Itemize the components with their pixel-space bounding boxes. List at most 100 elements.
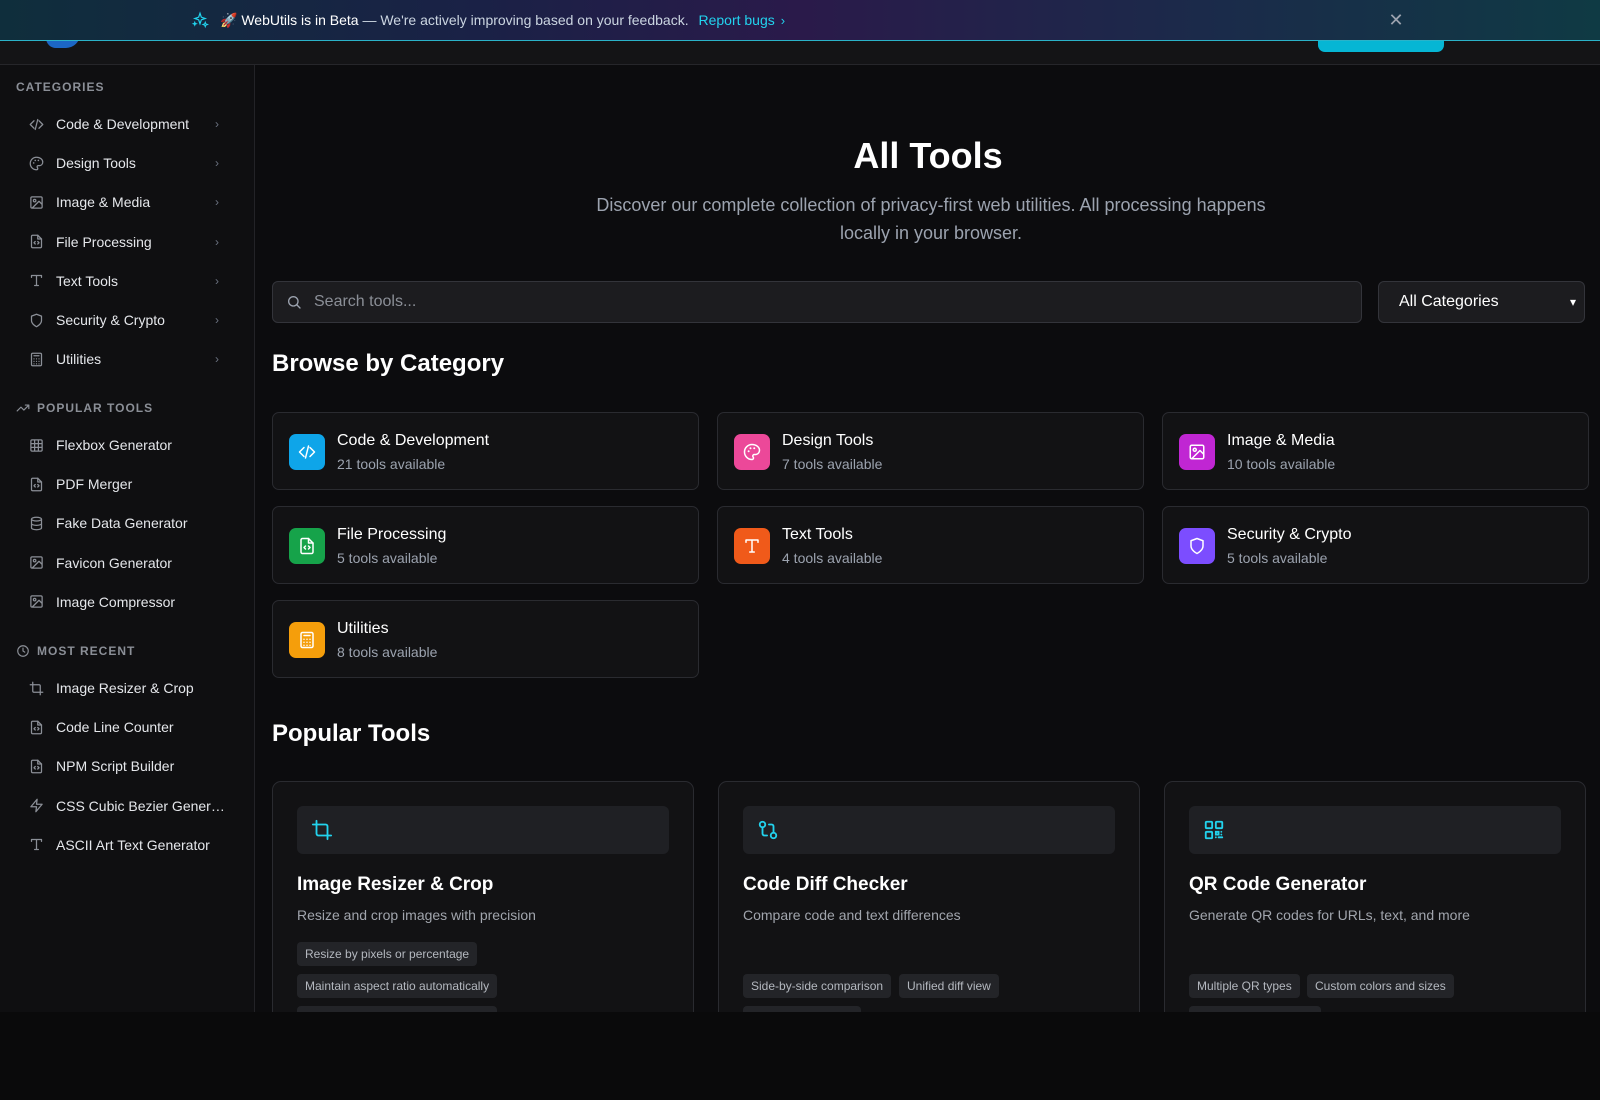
crop-icon	[28, 680, 44, 696]
popular-tools-heading: Popular Tools	[272, 720, 431, 747]
sidebar-item-pdf-merger[interactable]: PDF Merger	[16, 466, 238, 502]
grid-icon	[29, 438, 44, 453]
chevron-right-icon: ›	[215, 352, 219, 367]
category-card-file-processing[interactable]: File Processing 5 tools available	[272, 506, 699, 584]
category-card-security-crypto[interactable]: Security & Crypto 5 tools available	[1162, 506, 1589, 584]
file-code-icon	[29, 720, 44, 735]
sidebar-item-label: Text Tools	[56, 272, 118, 289]
category-card-utilities[interactable]: Utilities 8 tools available	[272, 600, 699, 678]
rocket-icon: 🚀	[220, 12, 238, 28]
search-input[interactable]	[314, 293, 1361, 311]
feature-tag: Unified diff view	[899, 974, 999, 998]
categories-heading: CATEGORIES	[16, 80, 105, 94]
clock-icon	[16, 644, 30, 658]
sidebar-item-image-compressor[interactable]: Image Compressor	[16, 584, 238, 620]
category-card-image-media[interactable]: Image & Media 10 tools available	[1162, 412, 1589, 490]
chevron-right-icon: ›	[215, 273, 219, 288]
type-icon	[28, 837, 44, 853]
tool-card-qr-code-generator[interactable]: QR Code Generator Generate QR codes for U…	[1164, 781, 1586, 1012]
type-icon	[29, 273, 44, 288]
sidebar-item-label: NPM Script Builder	[56, 758, 175, 775]
type-icon	[29, 837, 44, 852]
beta-text: — We're actively improving based on your…	[358, 12, 689, 28]
sidebar-item-ascii-art-text-generator[interactable]: ASCII Art Text Generator	[16, 827, 238, 863]
image-icon	[29, 594, 44, 609]
sidebar-item-image-media[interactable]: Image & Media ›	[16, 184, 238, 220]
chevron-right-icon: ›	[780, 13, 786, 28]
sidebar-item-design-tools[interactable]: Design Tools ›	[16, 145, 238, 181]
code-icon	[28, 116, 44, 132]
page-subtitle: Discover our complete collection of priv…	[596, 195, 1266, 243]
page-title: All Tools	[853, 135, 1003, 176]
report-bugs-link[interactable]: Report bugs	[698, 12, 774, 28]
category-select[interactable]: All Categories ▾	[1378, 281, 1585, 323]
chevron-right-icon: ›	[215, 195, 219, 210]
close-banner-button[interactable]: ✕	[1386, 9, 1406, 31]
sidebar-item-file-processing[interactable]: File Processing ›	[16, 224, 238, 260]
file-code-icon	[29, 477, 44, 492]
category-card-code-development[interactable]: Code & Development 21 tools available	[272, 412, 699, 490]
sidebar-item-label: Flexbox Generator	[56, 437, 172, 453]
search-box[interactable]	[272, 281, 1362, 323]
shield-icon	[28, 312, 44, 328]
sidebar-item-fake-data-generator[interactable]: Fake Data Generator	[16, 505, 238, 541]
sidebar-item-npm-script-builder[interactable]: NPM Script Builder	[16, 748, 238, 784]
database-icon	[28, 515, 44, 531]
image-icon	[29, 195, 44, 210]
tool-icon-bar	[743, 806, 1115, 854]
app-window: 🚀 WebUtils is in Beta — We're actively i…	[0, 0, 1600, 1012]
sidebar-item-label: Image & Media	[56, 194, 151, 211]
crop-icon	[311, 819, 333, 841]
sidebar-item-label: Design Tools	[56, 155, 136, 172]
sidebar-item-security-crypto[interactable]: Security & Crypto ›	[16, 302, 238, 338]
category-badge	[289, 622, 325, 658]
tool-description: Compare code and text differences	[743, 907, 961, 923]
file-code-icon	[28, 758, 44, 774]
beta-title: WebUtils is in Beta	[241, 12, 359, 28]
sidebar-item-label: Image Compressor	[56, 593, 176, 610]
tool-description: Resize and crop images with precision	[297, 907, 536, 923]
database-icon	[29, 516, 44, 531]
category-badge	[734, 528, 770, 564]
tool-card-image-resizer-crop[interactable]: Image Resizer & Crop Resize and crop imag…	[272, 781, 694, 1012]
category-card-design-tools[interactable]: Design Tools 7 tools available	[717, 412, 1144, 490]
sidebar-item-image-resizer-crop[interactable]: Image Resizer & Crop	[16, 670, 238, 706]
image-icon	[28, 594, 44, 610]
image-icon	[28, 555, 44, 571]
grid-icon	[28, 437, 44, 453]
most-recent-heading: MOST RECENT	[16, 644, 135, 658]
category-count: 5 tools available	[337, 550, 438, 566]
category-name: Utilities	[337, 620, 389, 637]
sidebar-item-text-tools[interactable]: Text Tools ›	[16, 263, 238, 299]
type-icon	[743, 537, 761, 555]
sidebar-item-code-development[interactable]: Code & Development ›	[16, 106, 238, 142]
file-code-icon	[29, 234, 44, 249]
feature-tag: Maintain aspect ratio automatically	[297, 974, 498, 998]
git-compare-icon	[757, 819, 779, 841]
tool-icon-bar	[1189, 806, 1561, 854]
tool-description: Generate QR codes for URLs, text, and mo…	[1189, 907, 1470, 923]
zap-icon	[28, 798, 44, 814]
image-icon	[28, 194, 44, 210]
sidebar-item-css-cubic-bezier-gener[interactable]: CSS Cubic Bezier Gener…	[16, 788, 238, 824]
category-badge	[289, 434, 325, 470]
tool-name: Image Resizer & Crop	[297, 874, 494, 895]
sidebar-item-favicon-generator[interactable]: Favicon Generator	[16, 545, 238, 581]
chevron-down-icon: ▾	[1569, 295, 1576, 309]
sidebar-item-flexbox-generator[interactable]: Flexbox Generator	[16, 427, 238, 463]
category-badge	[289, 528, 325, 564]
calculator-icon	[298, 631, 316, 649]
tool-icon-bar	[297, 806, 669, 854]
category-badge	[734, 434, 770, 470]
sidebar-item-label: Fake Data Generator	[56, 515, 188, 532]
sidebar-item-code-line-counter[interactable]: Code Line Counter	[16, 709, 238, 745]
category-card-text-tools[interactable]: Text Tools 4 tools available	[717, 506, 1144, 584]
sidebar-item-utilities[interactable]: Utilities ›	[16, 341, 238, 377]
shield-icon	[29, 313, 44, 328]
feature-tag: Resize by pixels or percentage	[297, 942, 478, 966]
qr-code-icon	[1203, 819, 1225, 841]
sidebar: CATEGORIES Code & Development › Design Too…	[0, 65, 255, 1012]
tool-card-code-diff-checker[interactable]: Code Diff Checker Compare code and text d…	[718, 781, 1140, 1012]
main-content: All Tools Discover our complete collecti…	[256, 65, 1600, 1012]
feature-tag: Custom colors and sizes	[1307, 974, 1454, 998]
